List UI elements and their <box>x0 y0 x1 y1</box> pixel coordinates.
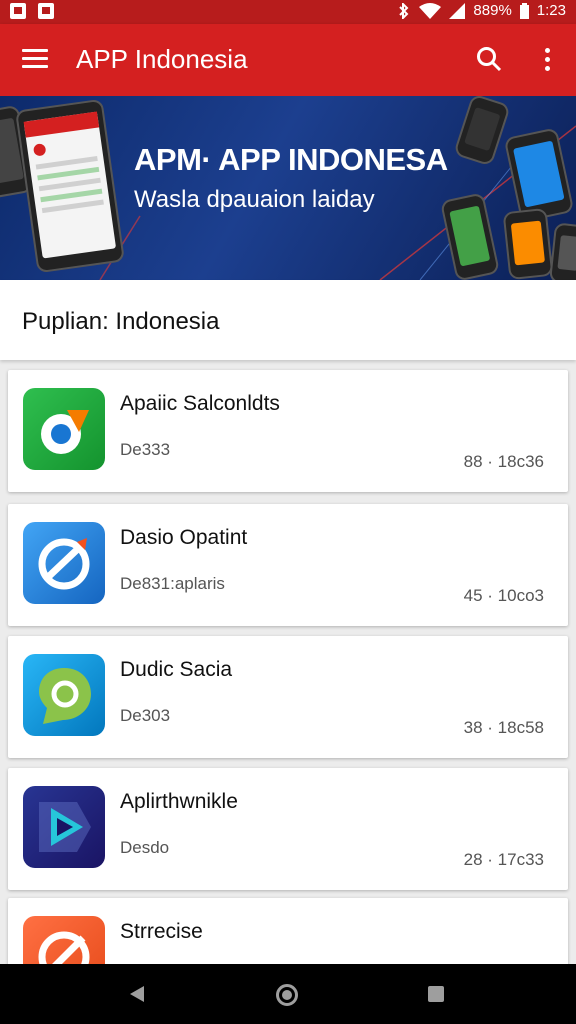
battery-level: 889% <box>473 2 512 19</box>
phone-image <box>502 207 554 280</box>
promo-banner[interactable]: APM· APP INDONESA Wasla dpauaion laiday <box>0 96 576 280</box>
app-name: Apaiic Salconldts <box>120 392 280 415</box>
banner-subtitle: Wasla dpauaion laiday <box>134 186 375 213</box>
clock: 1:23 <box>536 2 566 19</box>
signal-icon <box>449 2 466 19</box>
section-title: Puplian: Indonesia <box>22 308 220 335</box>
app-icon-blue <box>23 522 105 604</box>
app-title: APP Indonesia <box>76 44 248 74</box>
bluetooth-icon <box>399 2 409 19</box>
app-bar: APP Indonesia <box>0 24 576 96</box>
app-name: Dudic Sacia <box>120 658 233 681</box>
more-vert-icon[interactable] <box>540 48 554 74</box>
notification-icon <box>38 3 54 19</box>
navigation-bar <box>0 964 576 1024</box>
app-subtitle: De831:aplaris <box>120 574 225 593</box>
app-card[interactable]: Apaiic Salconldts De333 88 · 18c36 <box>8 370 568 492</box>
recents-icon[interactable] <box>428 986 444 1002</box>
app-name: Strrecise <box>120 920 203 943</box>
app-meta: 28 · 17c33 <box>463 850 544 869</box>
status-bar: 889% 1:23 <box>0 0 576 24</box>
app-name: Dasio Opatint <box>120 526 248 549</box>
app-icon-purple-play <box>23 786 105 868</box>
app-subtitle: De303 <box>120 706 171 725</box>
back-icon[interactable] <box>128 984 146 1004</box>
banner-title: APM· APP INDONESA <box>134 142 448 177</box>
app-subtitle: De333 <box>120 440 171 459</box>
home-icon[interactable] <box>276 984 298 1006</box>
app-card[interactable]: Dasio Opatint De831:aplaris 45 · 10co3 <box>8 504 568 626</box>
app-meta: 45 · 10co3 <box>463 586 544 605</box>
battery-icon <box>519 2 529 19</box>
app-card[interactable]: Dudic Sacia De303 38 · 18c58 <box>8 636 568 758</box>
app-icon-green <box>23 388 105 470</box>
app-name: Aplirthwnikle <box>120 790 238 813</box>
app-subtitle: Desdo <box>120 838 170 857</box>
section-header: Puplian: Indonesia <box>0 280 576 360</box>
menu-icon[interactable] <box>22 49 48 69</box>
search-icon[interactable] <box>476 46 502 72</box>
app-meta: 38 · 18c58 <box>463 718 544 737</box>
app-icon-teal-green <box>23 654 105 736</box>
app-meta: 88 · 18c36 <box>463 452 544 471</box>
notification-icon <box>10 3 26 19</box>
wifi-icon <box>419 2 442 19</box>
app-card[interactable]: Aplirthwnikle Desdo 28 · 17c33 <box>8 768 568 890</box>
